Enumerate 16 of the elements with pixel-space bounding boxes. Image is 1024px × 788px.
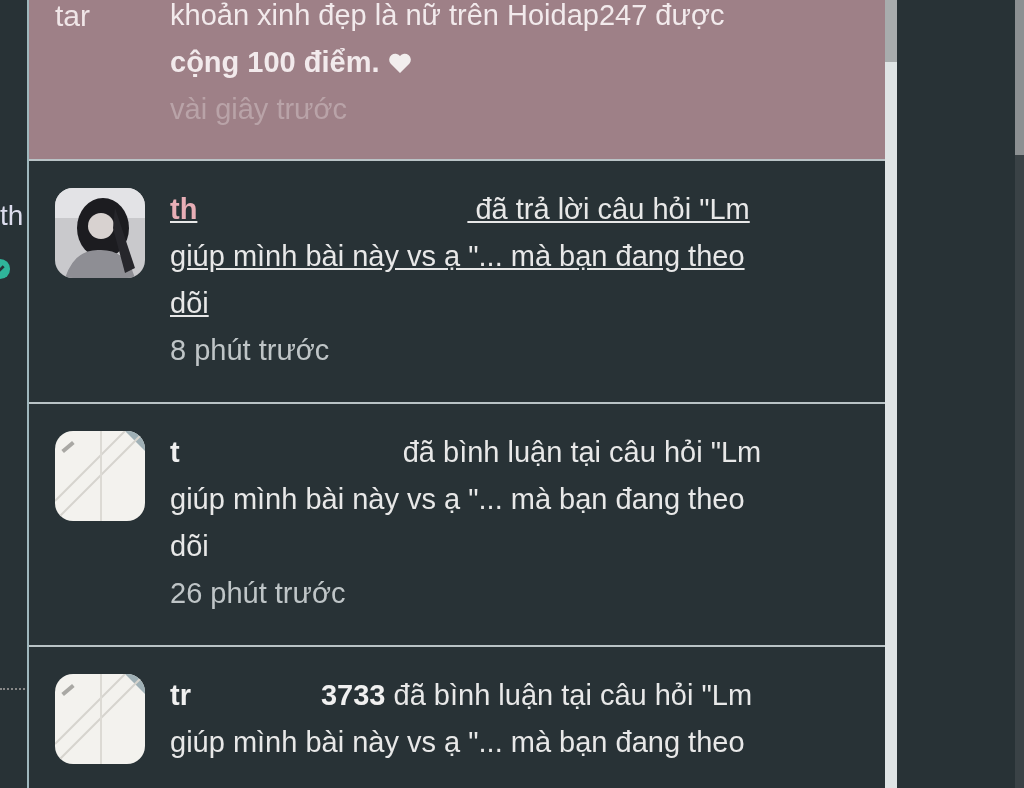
- user-name[interactable]: th: [170, 193, 198, 225]
- user-name[interactable]: t: [170, 436, 180, 468]
- notification-time: 26 phút trước: [170, 576, 346, 611]
- notification-label: tar: [55, 0, 91, 34]
- notification-text[interactable]: t đã bình luận tại câu hỏi "Lm giúp mình bài này vs ạ "... mà bạn đang theo dõi: [170, 429, 770, 570]
- user-name[interactable]: tr: [170, 679, 191, 711]
- notification-text: khoản xinh đẹp là nữ trên Hoidap247 được: [170, 0, 725, 33]
- notification-text[interactable]: th đã trả lời câu hỏi "Lm giúp mình bài này vs ạ "... mà bạn đang theo dõi: [170, 186, 770, 327]
- sidebar-text: th: [0, 200, 24, 232]
- page-scrollbar[interactable]: [1015, 0, 1024, 788]
- scrollbar[interactable]: [885, 0, 897, 788]
- notification-text[interactable]: tr 3733 đã bình luận tại câu hỏi "Lm giúp mình bài này vs ạ "... mà bạn đang theo: [170, 672, 770, 766]
- points-text: cộng 100 điểm.: [170, 46, 380, 78]
- user-name[interactable]: 3733: [320, 679, 386, 711]
- heart-icon: [387, 52, 412, 74]
- notification-time: 8 phút trước: [170, 333, 330, 368]
